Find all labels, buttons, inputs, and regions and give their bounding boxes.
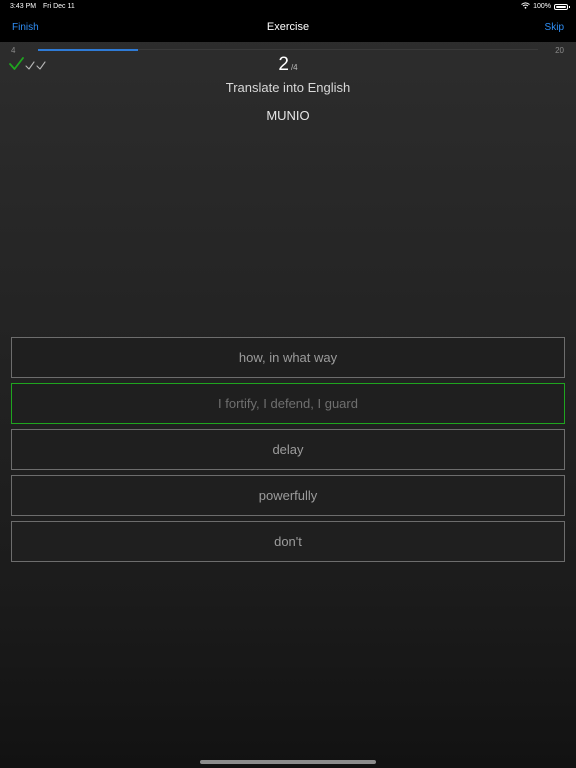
question-instruction: Translate into English [225,80,351,95]
question-counter: 2/4 [0,54,576,76]
answer-option-4[interactable]: powerfully [11,475,565,516]
answer-option-2[interactable]: I fortify, I defend, I guard [11,383,565,424]
exercise-screen: 3:43 PM Fri Dec 11 100% Finish Exercise … [0,0,576,768]
status-bar: 3:43 PM Fri Dec 11 100% [0,0,576,14]
answer-options: how, in what way I fortify, I defend, I … [11,337,565,567]
question-total: /4 [290,63,298,72]
answer-option-1[interactable]: how, in what way [11,337,565,378]
answer-option-5[interactable]: don't [11,521,565,562]
question-number: 2 [278,54,289,75]
status-right-group: 100% [521,2,570,11]
wifi-icon [521,2,530,11]
question-word: MUNIO [266,108,310,123]
navigation-bar: 3:43 PM Fri Dec 11 100% Finish Exercise … [0,0,576,42]
answer-option-3[interactable]: delay [11,429,565,470]
progress-fill [38,48,138,51]
skip-button[interactable]: Skip [545,22,564,33]
battery-icon [554,3,570,10]
battery-percent: 100% [533,3,551,10]
progress-bar [38,48,538,51]
page-title: Exercise [266,21,310,33]
status-time: 3:43 PM [10,3,37,10]
status-date: Fri Dec 11 [43,3,75,10]
home-indicator[interactable] [200,760,376,764]
